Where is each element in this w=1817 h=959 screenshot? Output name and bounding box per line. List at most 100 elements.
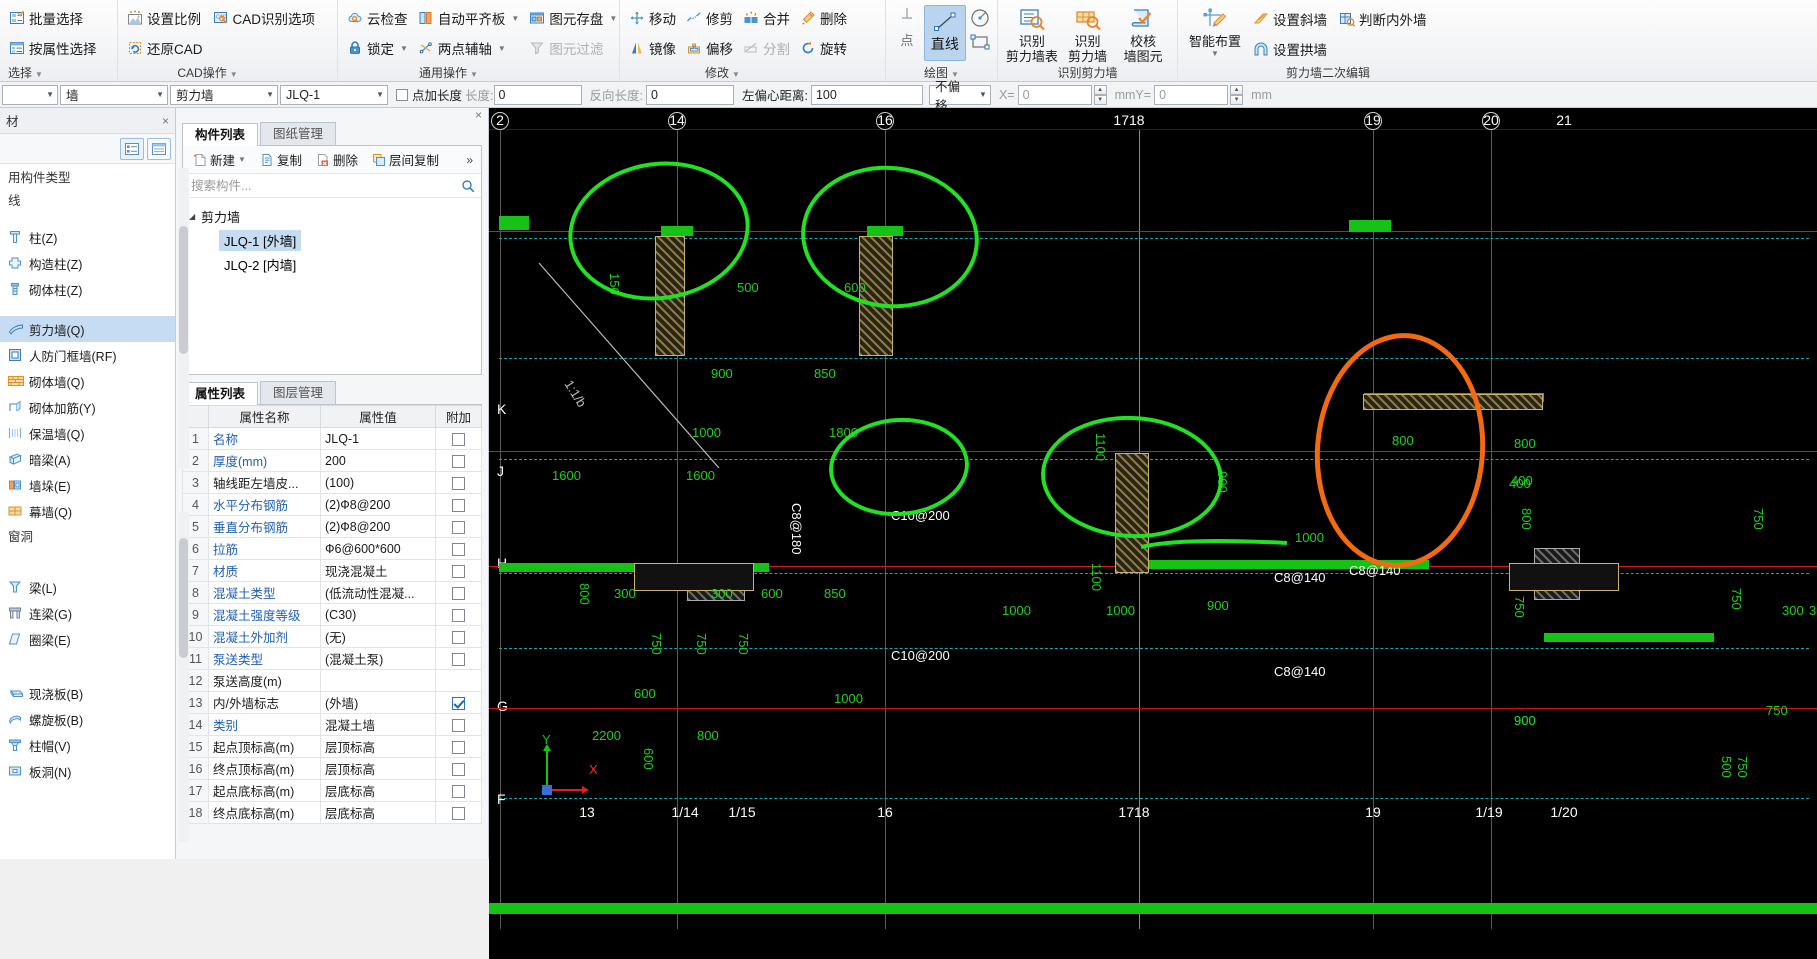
rotate-button[interactable]: 旋转	[797, 33, 854, 63]
table-row[interactable]: 13 内/外墙标志 (外墙)	[182, 691, 482, 714]
offset-mode-select[interactable]: 不偏移 ▼	[928, 80, 991, 113]
table-row[interactable]: 5 垂直分布钢筋 (2)Ф8@200	[182, 515, 482, 538]
tab-component-list[interactable]: 构件列表	[182, 123, 259, 146]
attach-checkbox[interactable]	[452, 454, 465, 468]
left-eccentric-input[interactable]: 100	[810, 84, 923, 105]
ribbon-group-cad-title[interactable]: CAD操作 ▼	[124, 65, 331, 82]
property-value-cell[interactable]: JLQ-1	[320, 427, 436, 450]
tab-layer-manage[interactable]: 图层管理	[260, 381, 337, 404]
new-component-button[interactable]: 新建 ▼	[187, 147, 252, 172]
property-value-cell[interactable]: (外墙)	[320, 691, 436, 714]
drawing-canvas[interactable]: 2 14 16 1718 19 20 21 K J H G F 1	[489, 108, 1817, 959]
property-scrollbar-thumb[interactable]	[179, 538, 188, 658]
sidebar-item-masonry-wall[interactable]: 砌体墙(Q)	[0, 368, 175, 394]
sidebar-item-coupling-beam[interactable]: 连梁(G)	[0, 600, 175, 626]
table-row[interactable]: 12 泵送高度(m)	[182, 669, 482, 692]
lock-button[interactable]: 锁定 ▼	[344, 33, 415, 63]
property-attach-cell[interactable]	[435, 449, 482, 472]
sidebar-item-column-cap[interactable]: 柱帽(V)	[0, 732, 175, 758]
sidebar-item-ring-beam[interactable]: 圈梁(E)	[0, 626, 175, 652]
property-value-cell[interactable]: (2)Ф8@200	[320, 515, 436, 538]
category-select[interactable]: 墙 ▼	[60, 84, 168, 105]
attach-checkbox[interactable]	[452, 630, 465, 644]
table-row[interactable]: 4 水平分布钢筋 (2)Ф8@200	[182, 493, 482, 516]
property-attach-cell[interactable]	[435, 603, 482, 626]
property-value-cell[interactable]: 层顶标高	[320, 757, 436, 780]
table-row[interactable]: 1 名称 JLQ-1	[182, 427, 482, 450]
search-icon[interactable]	[461, 179, 475, 193]
two-point-axis-button[interactable]: 两点辅轴 ▼	[415, 33, 526, 63]
mirror-button[interactable]: 镜像	[626, 33, 683, 63]
copy-component-button[interactable]: 复制	[254, 147, 308, 172]
attach-checkbox[interactable]	[452, 476, 465, 490]
property-attach-cell[interactable]	[435, 493, 482, 516]
sidebar-item-slab-hole[interactable]: 板洞(N)	[0, 758, 175, 784]
sidebar-item-masonry-column[interactable]: 砌体柱(Z)	[0, 276, 175, 302]
select-by-property-button[interactable]: 按属性选择	[6, 33, 104, 63]
attach-checkbox[interactable]	[452, 784, 465, 798]
y-input[interactable]: 0	[1154, 84, 1229, 105]
ribbon-group-secondary-edit-title[interactable]: 剪力墙二次编辑	[1184, 65, 1472, 82]
property-attach-cell[interactable]	[435, 647, 482, 670]
table-row[interactable]: 14 类别 混凝土墙	[182, 713, 482, 736]
sidebar-item-masonry-reinforcement[interactable]: 砌体加筋(Y)	[0, 394, 175, 420]
attach-checkbox[interactable]	[452, 432, 465, 446]
table-row[interactable]: 11 泵送类型 (混凝土泵)	[182, 647, 482, 670]
delete-button[interactable]: 删除	[797, 3, 854, 33]
attach-checkbox[interactable]	[452, 608, 465, 622]
attach-checkbox[interactable]	[452, 498, 465, 512]
trim-button[interactable]: 修剪	[683, 3, 740, 33]
recognize-wall-table-button[interactable]: 识别 剪力墙表	[1004, 4, 1060, 65]
sidebar-item-spiral-slab[interactable]: 螺旋板(B)	[0, 706, 175, 732]
judge-inner-outer-wall-button[interactable]: 判断内外墙	[1336, 4, 1434, 34]
merge-button[interactable]: 合并	[740, 3, 797, 33]
length-input[interactable]: 0	[493, 84, 582, 105]
check-wall-element-button[interactable]: 校核 墙图元	[1115, 4, 1171, 65]
sidebar-item-wall-pier[interactable]: 墙垛(E)	[0, 472, 175, 498]
property-value-cell[interactable]: (100)	[320, 471, 436, 494]
sidebar-item-structural-column[interactable]: 构造柱(Z)	[0, 250, 175, 276]
component-name-select[interactable]: JLQ-1 ▼	[280, 84, 388, 105]
table-row[interactable]: 7 材质 现浇混凝土	[182, 559, 482, 582]
attach-checkbox[interactable]	[452, 564, 465, 578]
property-value-cell[interactable]	[320, 669, 436, 692]
property-attach-cell[interactable]	[435, 471, 482, 494]
set-scale-button[interactable]: 设置比例	[124, 3, 210, 33]
sidebar-item-column[interactable]: 柱(Z)	[0, 224, 175, 250]
copy-between-floors-button[interactable]: 层间复制	[366, 147, 445, 172]
property-attach-cell[interactable]	[435, 515, 482, 538]
recognize-shear-wall-button[interactable]: 识别 剪力墙	[1060, 4, 1116, 65]
table-row[interactable]: 16 终点顶标高(m) 层顶标高	[182, 757, 482, 780]
property-value-cell[interactable]: (2)Ф8@200	[320, 493, 436, 516]
delete-component-button[interactable]: 删除	[310, 147, 364, 172]
cloud-check-button[interactable]: 云检查	[344, 3, 415, 33]
property-attach-cell[interactable]	[435, 801, 482, 824]
restore-cad-button[interactable]: 还原CAD	[124, 33, 210, 63]
offset-button[interactable]: 偏移	[683, 33, 740, 63]
table-row[interactable]: 10 混凝土外加剂 (无)	[182, 625, 482, 648]
property-value-cell[interactable]: (C30)	[320, 603, 436, 626]
attach-checkbox[interactable]	[452, 652, 465, 666]
detail-view-button[interactable]	[147, 137, 171, 160]
sidebar-item-beam[interactable]: 梁(L)	[0, 574, 175, 600]
attach-checkbox[interactable]	[452, 718, 465, 732]
rect-tool-icon[interactable]	[969, 32, 991, 52]
set-slant-wall-button[interactable]: 设置斜墙	[1250, 4, 1334, 34]
close-icon[interactable]: ×	[162, 114, 169, 128]
property-value-cell[interactable]: Ф6@600*600	[320, 537, 436, 560]
sidebar-item-curtain-wall[interactable]: 幕墙(Q)	[0, 498, 175, 524]
attach-checkbox[interactable]	[452, 806, 465, 820]
property-attach-cell[interactable]	[435, 757, 482, 780]
sidebar-item-cast-in-situ-slab[interactable]: 现浇板(B)	[0, 680, 175, 706]
ribbon-group-modify-title[interactable]: 修改 ▼	[626, 65, 879, 82]
table-row[interactable]: 3 轴线距左墙皮... (100)	[182, 471, 482, 494]
tree-node-shear-wall[interactable]: ◢ 剪力墙	[183, 204, 481, 228]
ribbon-group-select-title[interactable]: 选择 ▼	[6, 65, 111, 82]
point-add-length-checkbox[interactable]	[396, 88, 408, 101]
x-input[interactable]: 0	[1017, 84, 1092, 105]
property-attach-cell[interactable]	[435, 669, 482, 692]
cad-recognize-option-button[interactable]: CAD CAD识别选项	[210, 3, 323, 33]
table-row[interactable]: 18 终点底标高(m) 层底标高	[182, 801, 482, 824]
point-tool-icon[interactable]	[895, 5, 919, 29]
attach-checkbox[interactable]	[452, 586, 465, 600]
